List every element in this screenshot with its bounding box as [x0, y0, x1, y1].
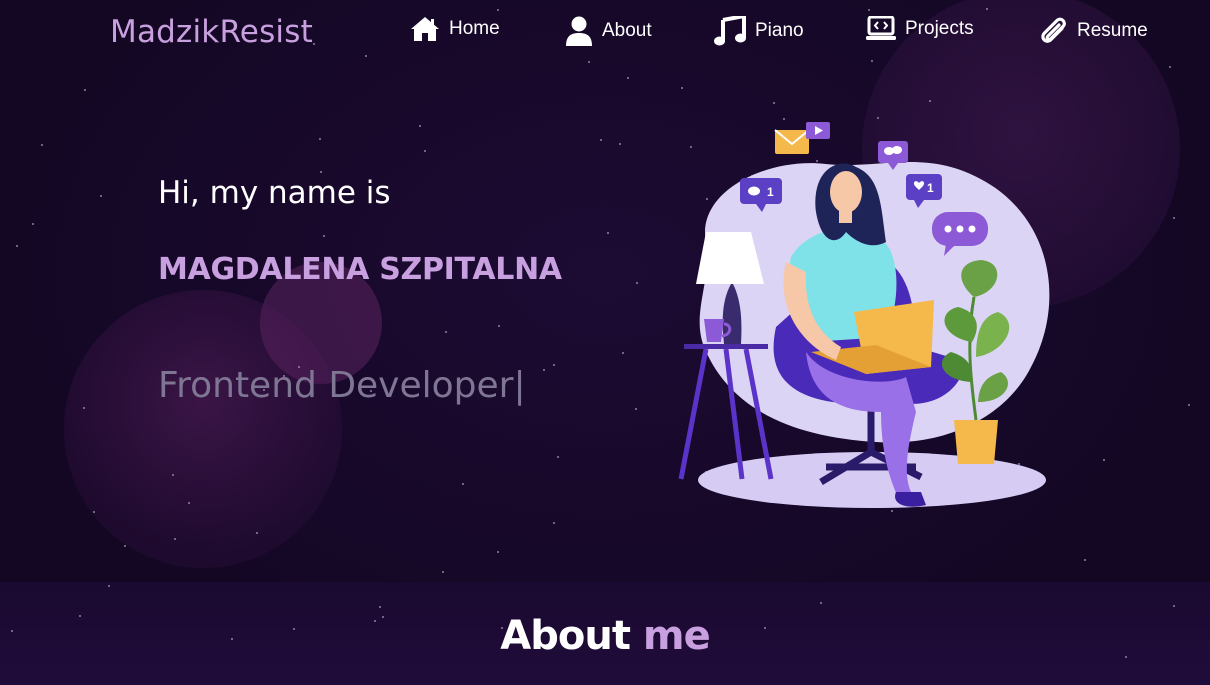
- illustration-like-count: 1: [927, 181, 934, 195]
- star-dot: [543, 369, 545, 371]
- hero-illustration: 1 1: [678, 122, 1050, 508]
- star-dot: [172, 474, 174, 476]
- nav-projects-link[interactable]: Projects: [866, 16, 974, 42]
- star-dot: [83, 407, 85, 409]
- star-dot: [498, 325, 500, 327]
- navbar: MadzikResist Home About Piano Projects R…: [0, 0, 1210, 70]
- nav-home-link[interactable]: Home: [410, 16, 500, 42]
- star-dot: [462, 483, 464, 485]
- nav-projects-label: Projects: [905, 18, 974, 39]
- star-dot: [1173, 605, 1175, 607]
- about-title-part1: About: [500, 613, 631, 659]
- star-dot: [627, 77, 629, 79]
- star-dot: [553, 522, 555, 524]
- hero-name: MAGDALENA SZPITALNA: [158, 252, 562, 287]
- star-dot: [607, 232, 609, 234]
- star-dot: [100, 195, 102, 197]
- about-title-part2: me: [642, 613, 711, 659]
- star-dot: [319, 138, 321, 140]
- star-dot: [174, 538, 176, 540]
- star-dot: [445, 331, 447, 333]
- star-dot: [320, 171, 322, 173]
- star-dot: [84, 89, 86, 91]
- star-dot: [41, 144, 43, 146]
- star-dot: [553, 364, 555, 366]
- star-dot: [16, 245, 18, 247]
- star-dot: [108, 585, 110, 587]
- nav-about-link[interactable]: About: [565, 16, 652, 46]
- typing-cursor: |: [513, 365, 526, 406]
- star-dot: [32, 223, 34, 225]
- star-dot: [419, 125, 421, 127]
- star-dot: [442, 571, 444, 573]
- nav-about-label: About: [602, 20, 652, 41]
- star-dot: [681, 87, 683, 89]
- hero-role: Frontend Developer|: [158, 365, 526, 406]
- star-dot: [379, 606, 381, 608]
- nav-resume-label: Resume: [1077, 20, 1148, 41]
- typed-role-text: Frontend Developer: [158, 365, 514, 406]
- star-dot: [1084, 559, 1086, 561]
- star-dot: [497, 551, 499, 553]
- star-dot: [1173, 217, 1175, 219]
- nav-piano-label: Piano: [755, 20, 804, 41]
- nav-piano-link[interactable]: Piano: [714, 16, 804, 46]
- about-section-title: About me: [0, 613, 1210, 659]
- illustration-comment-count: 1: [767, 185, 774, 199]
- star-dot: [929, 100, 931, 102]
- star-dot: [622, 352, 624, 354]
- star-dot: [93, 511, 95, 513]
- home-icon: [411, 17, 439, 41]
- star-dot: [557, 456, 559, 458]
- star-dot: [635, 408, 637, 410]
- site-logo[interactable]: MadzikResist: [110, 14, 313, 50]
- star-dot: [124, 545, 126, 547]
- star-dot: [323, 235, 325, 237]
- star-dot: [773, 102, 775, 104]
- laptop-code-icon: [866, 16, 896, 40]
- user-icon: [566, 16, 592, 46]
- star-dot: [636, 282, 638, 284]
- hero-greeting: Hi, my name is: [158, 175, 391, 211]
- star-dot: [619, 143, 621, 145]
- star-dot: [820, 602, 822, 604]
- music-icon: [714, 16, 746, 46]
- star-dot: [1188, 404, 1190, 406]
- star-dot: [1103, 459, 1105, 461]
- star-dot: [600, 139, 602, 141]
- star-dot: [424, 150, 426, 152]
- paperclip-icon: [1041, 17, 1066, 43]
- star-dot: [256, 532, 258, 534]
- nav-resume-link[interactable]: Resume: [1040, 16, 1148, 46]
- star-dot: [188, 502, 190, 504]
- nav-home-label: Home: [449, 18, 500, 39]
